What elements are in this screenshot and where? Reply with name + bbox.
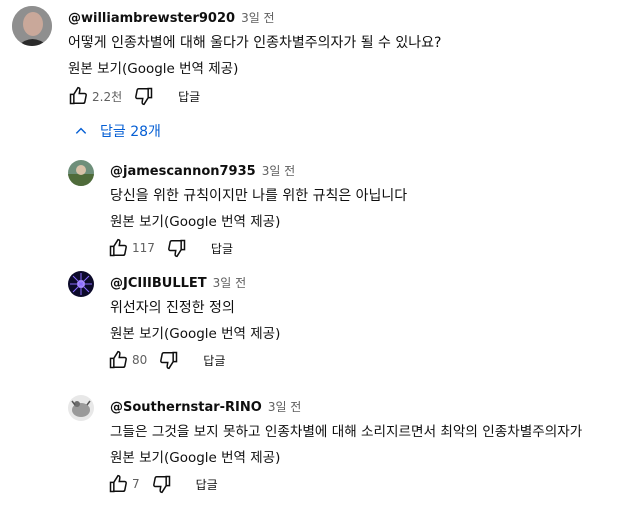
- avatar[interactable]: [68, 271, 94, 297]
- comment-text: 그들은 그것을 보지 못하고 인종차별에 대해 소리지르면서 최악의 인종차별주…: [110, 424, 583, 440]
- avatar[interactable]: [68, 395, 94, 421]
- like-count: 80: [132, 353, 148, 367]
- author-handle[interactable]: @JCIIIBULLET: [110, 276, 207, 291]
- like-icon[interactable]: [106, 472, 130, 496]
- comment-time[interactable]: 3일 전: [241, 11, 275, 25]
- avatar[interactable]: [68, 160, 94, 186]
- comment-actions: 2.2천 답글: [66, 84, 200, 108]
- dislike-icon[interactable]: [150, 472, 174, 496]
- dislike-icon[interactable]: [132, 84, 156, 108]
- like-count: 2.2천: [92, 89, 123, 104]
- comment-time[interactable]: 3일 전: [262, 164, 296, 178]
- comment-author[interactable]: @williambrewster9020 3일 전: [68, 9, 275, 26]
- author-handle[interactable]: @williambrewster9020: [68, 11, 235, 26]
- like-icon[interactable]: [106, 236, 130, 260]
- comment-author[interactable]: @Southernstar-RINO 3일 전: [110, 398, 301, 415]
- reply-button[interactable]: 답글: [178, 88, 200, 105]
- comment-text: 어떻게 인종차별에 대해 울다가 인종차별주의자가 될 수 있나요?: [68, 35, 442, 51]
- author-handle[interactable]: @jamescannon7935: [110, 164, 256, 179]
- like-icon[interactable]: [106, 348, 130, 372]
- reply-button[interactable]: 답글: [211, 240, 233, 257]
- comment-text: 위선자의 진정한 정의: [110, 300, 235, 316]
- chevron-up-icon: [75, 127, 87, 134]
- translate-link[interactable]: 원본 보기(Google 번역 제공): [68, 57, 238, 77]
- dislike-icon[interactable]: [157, 348, 181, 372]
- translate-link[interactable]: 원본 보기(Google 번역 제공): [110, 446, 280, 466]
- comment-actions: 117 답글: [106, 236, 233, 260]
- reply-button[interactable]: 답글: [196, 476, 218, 493]
- replies-toggle-button[interactable]: 답글 28개: [74, 121, 161, 141]
- translate-link[interactable]: 원본 보기(Google 번역 제공): [110, 210, 280, 230]
- author-handle[interactable]: @Southernstar-RINO: [110, 400, 262, 415]
- comment-time[interactable]: 3일 전: [268, 400, 302, 414]
- comment-author[interactable]: @jamescannon7935 3일 전: [110, 162, 295, 179]
- dislike-icon[interactable]: [165, 236, 189, 260]
- comment-time[interactable]: 3일 전: [213, 276, 247, 290]
- like-count: 7: [132, 477, 140, 491]
- translate-link[interactable]: 원본 보기(Google 번역 제공): [110, 322, 280, 342]
- avatar[interactable]: [12, 6, 52, 46]
- reply-button[interactable]: 답글: [203, 352, 225, 369]
- like-count: 117: [132, 241, 155, 255]
- comment-author[interactable]: @JCIIIBULLET 3일 전: [110, 274, 246, 291]
- replies-count-label: 답글 28개: [100, 124, 161, 140]
- comment-actions: 80 답글: [106, 348, 225, 372]
- like-icon[interactable]: [66, 84, 90, 108]
- comment-text: 당신을 위한 규칙이지만 나를 위한 규칙은 아닙니다: [110, 188, 408, 204]
- comment-actions: 7 답글: [106, 472, 218, 496]
